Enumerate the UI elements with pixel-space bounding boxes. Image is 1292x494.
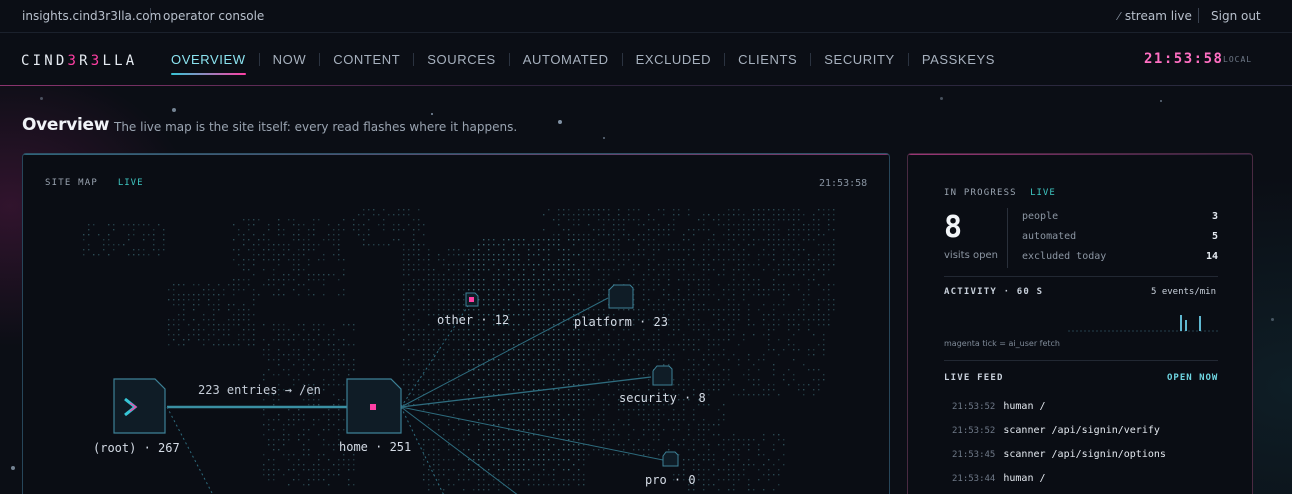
in-progress-title: IN PROGRESS LIVE (944, 188, 1056, 198)
node-security[interactable]: security · 8 (619, 391, 706, 405)
node-home[interactable]: home · 251 (339, 440, 411, 454)
pen-icon: ⁄ (1118, 9, 1120, 23)
in-progress-panel: IN PROGRESS LIVE 8 visits open people 3 a… (907, 153, 1253, 494)
feed-item[interactable]: 21:53:44 human / (952, 473, 1046, 484)
feed-item[interactable]: 21:53:45 scanner /api/signin/options (952, 449, 1166, 460)
tab-passkeys[interactable]: PASSKEYS (922, 52, 995, 67)
live-badge: LIVE (117, 178, 144, 188)
nav-divider (508, 53, 510, 66)
site-map-panel: SITE MAP LIVE 21:53:58 223 entries → /en… (22, 153, 890, 494)
brand-logo[interactable]: CIND3R3LLA (21, 53, 137, 69)
nav-divider (621, 53, 623, 66)
nav-tabs: OVERVIEW NOW CONTENT SOURCES AUTOMATED E… (171, 52, 995, 75)
console-label: operator console (163, 9, 265, 23)
clock-zone-label: LOCAL (1223, 55, 1253, 64)
activity-title: ACTIVITY · 60 S (944, 287, 1044, 297)
divider (150, 8, 151, 23)
tab-security[interactable]: SECURITY (824, 52, 895, 67)
divider (1007, 208, 1008, 268)
divider (1198, 8, 1199, 23)
tab-sources[interactable]: SOURCES (427, 52, 496, 67)
stat-automated: automated 5 (1022, 231, 1218, 242)
nav-divider (724, 53, 726, 66)
main-nav: CIND3R3LLA OVERVIEW NOW CONTENT SOURCES … (0, 33, 1292, 86)
nav-divider (319, 53, 321, 66)
feed-item[interactable]: 21:53:52 human / (952, 401, 1046, 412)
node-root[interactable]: (root) · 267 (93, 441, 180, 455)
tab-excluded[interactable]: EXCLUDED (636, 52, 712, 67)
page-title: Overview (22, 115, 110, 135)
top-bar: insights.cind3r3lla.com operator console… (0, 0, 1292, 33)
divider (944, 276, 1218, 277)
activity-sparkline (1068, 315, 1218, 332)
feed-item[interactable]: 21:53:52 scanner /api/signin/verify (952, 425, 1160, 436)
activity-note: magenta tick = ai_user fetch (944, 339, 1060, 348)
tab-content[interactable]: CONTENT (333, 52, 400, 67)
live-badge: LIVE (1030, 188, 1056, 198)
tab-overview[interactable]: OVERVIEW (171, 52, 246, 75)
node-platform[interactable]: platform · 23 (574, 315, 668, 329)
tab-now[interactable]: NOW (273, 52, 307, 67)
world-dot-grid (83, 209, 835, 491)
edge-label: 223 entries → /en (198, 383, 321, 397)
stream-live-link[interactable]: ⁄ stream live (1118, 9, 1192, 23)
nav-divider (413, 53, 415, 66)
live-feed-title: LIVE FEED (944, 373, 1004, 383)
divider (944, 360, 1218, 361)
open-visits-label: visits open (944, 250, 998, 261)
page-subtitle: The live map is the site itself: every r… (114, 120, 518, 134)
stat-people: people 3 (1022, 211, 1218, 222)
open-visits-count: 8 (944, 210, 963, 245)
site-host[interactable]: insights.cind3r3lla.com (22, 9, 161, 23)
node-pro[interactable]: pro · 0 (645, 473, 696, 487)
sign-out-link[interactable]: Sign out (1211, 9, 1261, 23)
nav-divider (907, 53, 909, 66)
local-clock: 21:53:58 (1144, 51, 1224, 67)
tab-clients[interactable]: CLIENTS (738, 52, 797, 67)
stat-excluded-today: excluded today 14 (1022, 251, 1218, 262)
node-other[interactable]: other · 12 (437, 313, 509, 327)
open-now-button[interactable]: OPEN NOW (1167, 373, 1218, 383)
nav-divider (258, 53, 260, 66)
site-map-title: SITE MAP LIVE (45, 178, 144, 188)
site-map-time: 21:53:58 (819, 178, 868, 189)
tab-automated[interactable]: AUTOMATED (523, 52, 609, 67)
nav-divider (810, 53, 812, 66)
map-nodes (113, 284, 679, 467)
activity-rate: 5 events/min (1151, 287, 1217, 297)
stream-live-label: stream live (1124, 9, 1192, 23)
